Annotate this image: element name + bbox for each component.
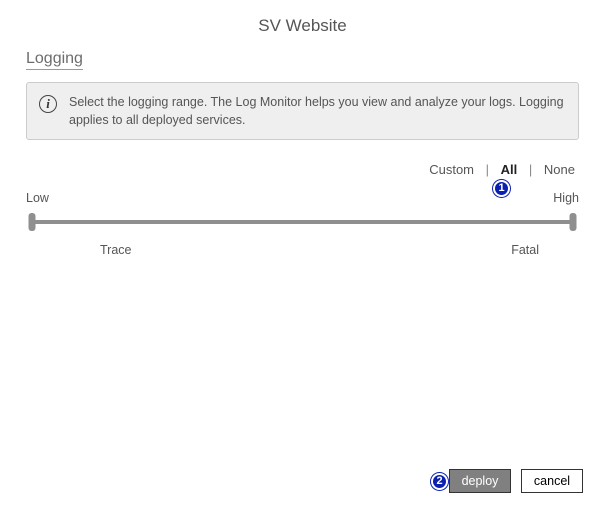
info-banner: i Select the logging range. The Log Moni… [26,82,579,140]
slider-handle-high[interactable] [570,213,577,231]
footer-buttons: deploy 2 cancel [449,469,583,493]
separator: | [529,162,532,177]
info-icon: i [39,95,57,113]
slider-low-label: Low [26,191,49,205]
range-preset-row: Custom | All | None 1 [26,162,577,177]
slider-high-label: High [553,191,579,205]
range-option-none[interactable]: None [542,162,577,177]
separator: | [486,162,489,177]
deploy-button[interactable]: deploy [449,469,511,493]
range-option-custom[interactable]: Custom [427,162,476,177]
slider-track-area[interactable] [28,213,577,231]
callout-badge-2: 2 [431,473,448,490]
section-heading-logging: Logging [26,50,83,70]
cancel-button[interactable]: cancel [521,469,583,493]
slider-tick-trace: Trace [100,243,132,257]
page-title: SV Website [26,16,579,36]
logging-range-slider: Low High Trace Fatal [26,191,579,257]
info-text: Select the logging range. The Log Monito… [69,93,566,129]
range-option-all[interactable]: All [499,162,520,177]
slider-track [32,220,573,224]
slider-handle-low[interactable] [29,213,36,231]
slider-tick-fatal: Fatal [511,243,539,257]
